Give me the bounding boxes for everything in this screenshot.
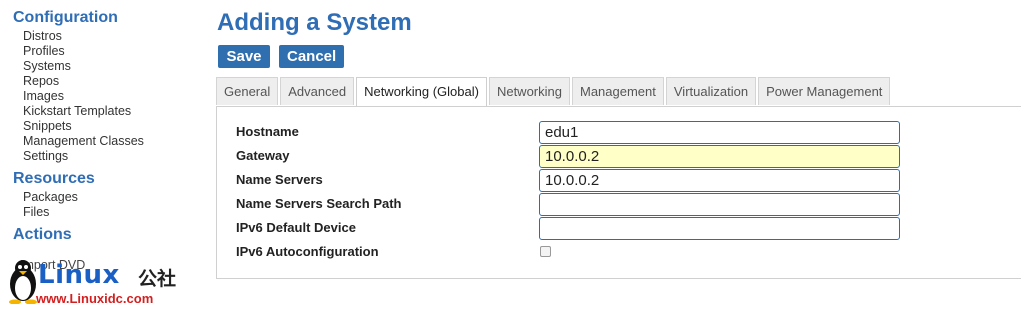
hostname-field[interactable] (539, 121, 900, 144)
watermark-brand-cn: 公社 (138, 269, 177, 290)
tab-bar: General Advanced Networking (Global) Net… (216, 77, 891, 107)
tab-advanced[interactable]: Advanced (280, 77, 355, 105)
name-servers-field[interactable] (539, 169, 900, 192)
ipv6-default-device-field[interactable] (539, 217, 900, 240)
sidebar-heading-configuration: Configuration (13, 9, 118, 26)
tab-virtualization[interactable]: Virtualization (665, 77, 757, 105)
watermark: Import DVD Linux 公社 www.Linuxidc.com (0, 255, 190, 309)
sidebar-item-images[interactable]: Images (23, 89, 208, 104)
sidebar-item-distros[interactable]: Distros (23, 29, 208, 44)
sidebar-resources-list: Packages Files (23, 190, 208, 220)
tab-power-management[interactable]: Power Management (758, 77, 891, 105)
hostname-label: Hostname (236, 124, 299, 139)
sidebar-heading-actions: Actions (13, 226, 72, 243)
gateway-label: Gateway (236, 148, 290, 163)
ipv6-autoconfiguration-checkbox[interactable] (540, 246, 551, 257)
gateway-field[interactable] (539, 145, 900, 168)
sidebar-item-kickstart-templates[interactable]: Kickstart Templates (23, 104, 208, 119)
search-path-field[interactable] (539, 193, 900, 216)
ipv6-default-device-label: IPv6 Default Device (236, 220, 356, 235)
page-title: Adding a System (217, 9, 412, 36)
sidebar: Configuration Distros Profiles Systems R… (13, 8, 208, 245)
tab-general[interactable]: General (216, 77, 279, 105)
search-path-label: Name Servers Search Path (236, 196, 402, 211)
tab-networking-global[interactable]: Networking (Global) (356, 77, 487, 107)
sidebar-heading-resources: Resources (13, 170, 95, 187)
tab-networking[interactable]: Networking (488, 77, 570, 105)
sidebar-item-files[interactable]: Files (23, 205, 208, 220)
ipv6-autoconfiguration-label: IPv6 Autoconfiguration (236, 244, 379, 259)
sidebar-configuration-list: Distros Profiles Systems Repos Images Ki… (23, 29, 208, 164)
name-servers-label: Name Servers (236, 172, 323, 187)
sidebar-item-repos[interactable]: Repos (23, 74, 208, 89)
sidebar-item-packages[interactable]: Packages (23, 190, 208, 205)
watermark-brand: Linux (38, 260, 120, 290)
sidebar-item-settings[interactable]: Settings (23, 149, 208, 164)
penguin-logo-icon (9, 260, 37, 304)
sidebar-item-management-classes[interactable]: Management Classes (23, 134, 208, 149)
save-button[interactable]: Save (218, 45, 270, 68)
tab-management[interactable]: Management (571, 77, 664, 105)
sidebar-item-profiles[interactable]: Profiles (23, 44, 208, 59)
watermark-url: www.Linuxidc.com (36, 291, 154, 306)
sidebar-item-systems[interactable]: Systems (23, 59, 208, 74)
cancel-button[interactable]: Cancel (279, 45, 344, 68)
sidebar-item-snippets[interactable]: Snippets (23, 119, 208, 134)
